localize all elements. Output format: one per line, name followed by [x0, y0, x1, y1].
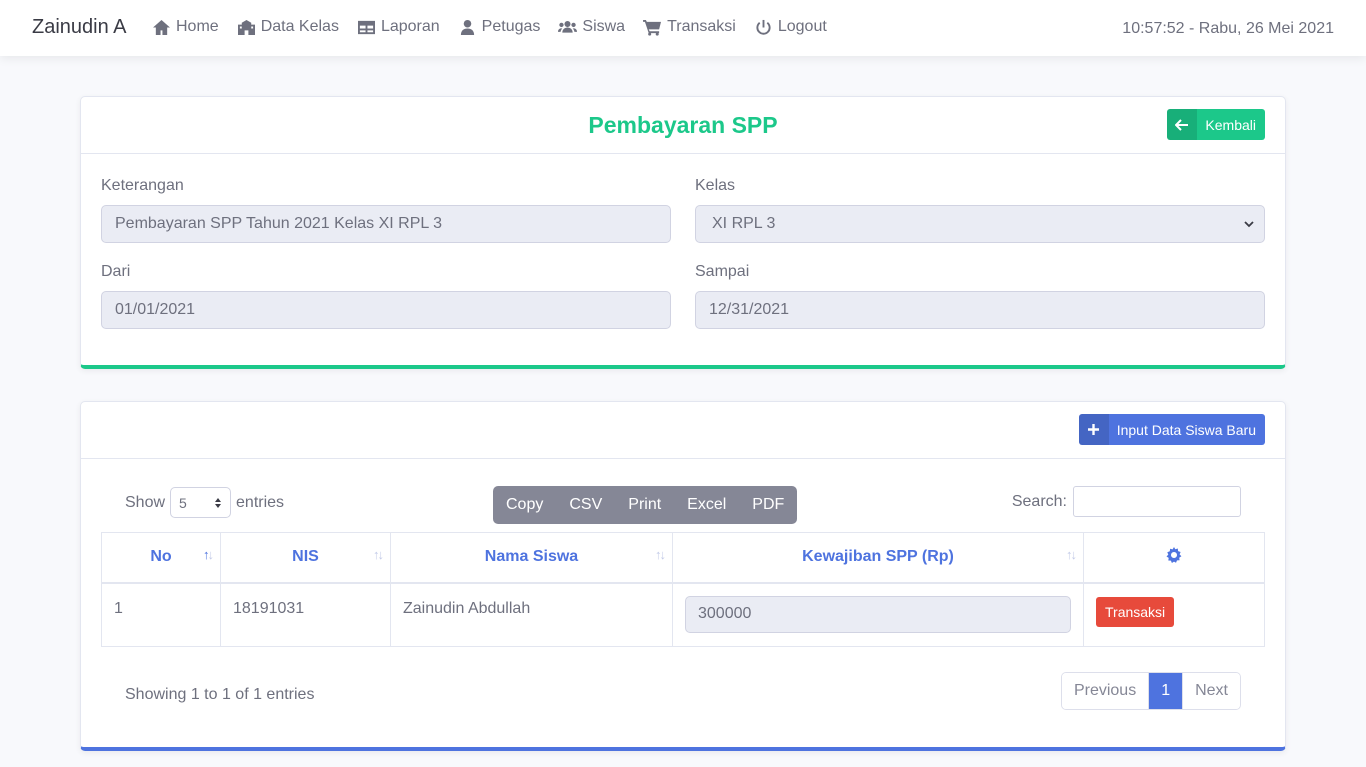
sort-icon: ↑↓ [1066, 547, 1077, 562]
sort-asc-icon: ↑↓ [203, 547, 214, 562]
cell-nis: 18191031 [220, 582, 391, 647]
nav-petugas-label: Petugas [481, 18, 541, 35]
sort-icon: ↑↓ [373, 547, 384, 562]
table-icon [357, 20, 375, 34]
col-nis[interactable]: NIS ↑↓ [220, 532, 391, 584]
cart-icon [643, 19, 662, 36]
kelas-label: Kelas [695, 177, 736, 194]
show-label: Show [125, 493, 166, 511]
student-table-card: Input Data Siswa Baru Show 5 entries Cop… [80, 401, 1286, 751]
arrow-left-icon [1167, 109, 1198, 140]
col-action [1083, 532, 1265, 584]
nav-siswa-label: Siswa [582, 18, 626, 35]
col-no-label: No [150, 548, 172, 566]
student-table: No ↑↓ NIS ↑↓ Nama Siswa ↑↓ Kewajiban SPP (R… [101, 532, 1265, 647]
keterangan-field[interactable]: Pembayaran SPP Tahun 2021 Kelas XI RPL 3 [101, 205, 671, 243]
nav-laporan-label: Laporan [380, 18, 440, 35]
plus-icon [1078, 414, 1109, 445]
search-input[interactable] [1073, 486, 1241, 517]
nav-home-label: Home [176, 18, 219, 35]
clock-datetime: 10:57:52 - Rabu, 26 Mei 2021 [1122, 20, 1334, 37]
length-select[interactable]: 5 [170, 487, 232, 518]
table-search: Search: [1012, 486, 1241, 517]
previous-button[interactable]: Previous [1061, 673, 1149, 709]
home-icon [153, 19, 170, 35]
cell-nama: Zainudin Abdullah [390, 582, 673, 647]
add-student-label: Input Data Siswa Baru [1116, 421, 1256, 438]
nav-petugas[interactable]: Petugas [458, 18, 541, 36]
add-student-button[interactable]: Input Data Siswa Baru [1078, 414, 1265, 445]
dari-label: Dari [101, 263, 131, 280]
col-no[interactable]: No ↑↓ [101, 532, 221, 584]
brand-name[interactable]: Zainudin A [32, 16, 127, 39]
power-icon [756, 19, 771, 35]
nav-logout-label: Logout [777, 18, 827, 35]
col-kewajiban[interactable]: Kewajiban SPP (Rp) ↑↓ [672, 532, 1084, 584]
dari-field[interactable]: 01/01/2021 [101, 291, 671, 329]
sampai-field[interactable]: 12/31/2021 [695, 291, 1265, 329]
student-table-header: Input Data Siswa Baru [81, 402, 1285, 459]
page-1-button[interactable]: 1 [1148, 673, 1183, 709]
copy-button[interactable]: Copy [493, 486, 556, 524]
entries-label: entries [236, 493, 285, 511]
print-button[interactable]: Print [615, 486, 674, 524]
next-button[interactable]: Next [1182, 673, 1240, 709]
table-info: Showing 1 to 1 of 1 entries [125, 686, 315, 703]
school-icon [237, 19, 255, 35]
main-nav: Home Data Kelas Laporan Petugas Siswa Tr… [152, 18, 827, 36]
nav-home[interactable]: Home [152, 18, 219, 36]
top-navbar: Zainudin A Home Data Kelas Laporan Petug… [0, 0, 1366, 56]
nav-siswa[interactable]: Siswa [558, 18, 625, 36]
col-nama-label: Nama Siswa [484, 548, 579, 566]
cell-kewajiban: 300000 [672, 582, 1084, 647]
col-nama[interactable]: Nama Siswa ↑↓ [390, 532, 673, 584]
kelas-select[interactable]: XI RPL 3 [695, 205, 1265, 243]
pagination: Previous 1 Next [1060, 672, 1241, 710]
cell-no: 1 [101, 582, 221, 647]
length-control: Show 5 entries [125, 487, 284, 518]
payment-form-card: Pembayaran SPP Kembali Keterangan Pembay… [80, 96, 1286, 369]
nav-transaksi-label: Transaksi [667, 18, 736, 35]
page-title: Pembayaran SPP [588, 112, 778, 138]
kewajiban-input[interactable]: 300000 [685, 595, 1071, 633]
transaksi-button[interactable]: Transaksi [1096, 596, 1175, 627]
chevron-down-icon [1244, 221, 1254, 228]
nav-data-kelas-label: Data Kelas [260, 18, 339, 35]
sort-caret-icon [215, 497, 222, 508]
table-row: 1 18191031 Zainudin Abdullah 300000 Tran… [101, 582, 1265, 647]
keterangan-label: Keterangan [101, 177, 184, 194]
sort-icon: ↑↓ [655, 547, 666, 562]
sampai-label: Sampai [695, 263, 750, 280]
nav-data-kelas[interactable]: Data Kelas [237, 18, 339, 36]
payment-form-header: Pembayaran SPP Kembali [81, 97, 1285, 154]
excel-button[interactable]: Excel [674, 486, 739, 524]
export-buttons: Copy CSV Print Excel PDF [493, 486, 798, 524]
nav-laporan[interactable]: Laporan [357, 18, 440, 36]
table-header-row: No ↑↓ NIS ↑↓ Nama Siswa ↑↓ Kewajiban SPP (R… [101, 532, 1265, 584]
search-label: Search: [1011, 492, 1067, 510]
csv-button[interactable]: CSV [556, 486, 615, 524]
back-button-label: Kembali [1205, 116, 1256, 133]
length-select-value: 5 [179, 494, 187, 511]
kelas-select-value: XI RPL 3 [712, 215, 776, 232]
cell-action: Transaksi [1083, 582, 1265, 647]
nav-logout[interactable]: Logout [754, 18, 827, 36]
pdf-button[interactable]: PDF [739, 486, 797, 524]
gear-icon [1166, 546, 1182, 567]
col-nis-label: NIS [292, 548, 319, 566]
users-icon [558, 20, 578, 33]
col-kewajiban-label: Kewajiban SPP (Rp) [802, 548, 954, 566]
back-button[interactable]: Kembali [1167, 109, 1265, 140]
user-tie-icon [460, 19, 474, 35]
nav-transaksi[interactable]: Transaksi [643, 18, 736, 36]
